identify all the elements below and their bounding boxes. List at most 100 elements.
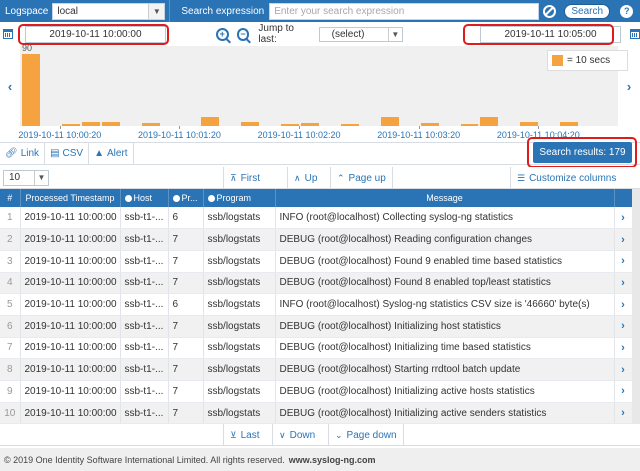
chevron-right-icon[interactable]: › (614, 250, 633, 273)
histogram-bar[interactable] (141, 122, 160, 126)
col-program-label: Program (216, 193, 252, 203)
help-icon[interactable]: ? (620, 4, 634, 18)
table-row[interactable]: 6 2019-10-11 10:00:00 ssb-t1-... 7 ssb/logst… (0, 315, 633, 338)
row-host: ssb-t1-... (120, 315, 169, 338)
last-page-button[interactable]: ⊻ Last (223, 424, 266, 446)
alert-button[interactable]: ▲ Alert (89, 143, 134, 164)
histogram-plot[interactable]: = 10 secs 90 (20, 43, 628, 126)
row-number: 7 (0, 337, 21, 360)
chevron-right-icon[interactable]: › (614, 402, 633, 425)
page-up-button[interactable]: ⌃ Page up (330, 167, 393, 189)
col-priority[interactable]: Pr... (168, 189, 204, 207)
histogram-bar[interactable] (301, 122, 319, 126)
table-row[interactable]: 5 2019-10-11 10:00:00 ssb-t1-... 6 ssb/logst… (0, 293, 633, 316)
link-button[interactable]: 🔗︎ Link (0, 143, 46, 164)
table-row[interactable]: 1 2019-10-11 10:00:00 ssb-t1-... 6 ssb/logst… (0, 207, 633, 230)
first-page-button[interactable]: ⊼ First (223, 167, 266, 189)
globe-icon (124, 195, 132, 203)
row-program: ssb/logstats (203, 272, 276, 295)
col-program[interactable]: Program (203, 189, 276, 207)
chevron-right-icon[interactable]: › (614, 337, 633, 360)
col-timestamp[interactable]: Processed Timestamp (20, 189, 121, 207)
table-scrollbar[interactable] (632, 189, 640, 424)
axis-tick-label: 2019-10-11 10:01:20 (138, 130, 221, 140)
chevron-right-icon[interactable]: › (614, 315, 633, 338)
double-chevron-down-icon: ⌄ (335, 429, 343, 440)
col-host[interactable]: Host (120, 189, 169, 207)
col-message[interactable]: Message (275, 189, 615, 207)
chevron-right-icon[interactable]: › (614, 207, 633, 230)
histogram-bar[interactable] (560, 122, 579, 126)
zoom-out-icon[interactable]: − (236, 27, 250, 41)
down-button[interactable]: ∨ Down (272, 424, 321, 446)
histogram-bar[interactable] (380, 117, 399, 126)
row-host: ssb-t1-... (120, 402, 169, 425)
page-down-button[interactable]: ⌄ Page down (328, 424, 404, 446)
jump-to-last-select[interactable]: (select) ▼ (318, 26, 403, 42)
histogram-bar[interactable] (61, 123, 80, 126)
row-number: 10 (0, 402, 21, 425)
search-input[interactable] (269, 2, 540, 20)
table-row[interactable]: 8 2019-10-11 10:00:00 ssb-t1-... 7 ssb/logst… (0, 358, 633, 381)
calendar-icon[interactable] (3, 29, 13, 39)
histogram-legend: = 10 secs (547, 50, 628, 71)
up-label: Up (304, 172, 318, 184)
table-row[interactable]: 2 2019-10-11 10:00:00 ssb-t1-... 7 ssb/logst… (0, 228, 633, 251)
logspace-value: local (57, 5, 78, 17)
chevron-right-icon[interactable]: › (614, 358, 633, 381)
histogram-prev-icon[interactable]: ‹ (2, 46, 18, 126)
chevron-down-icon[interactable]: ▼ (34, 170, 48, 185)
histogram: ‹ = 10 secs 90 › 2019-10-11 10:00:20 2019… (0, 43, 640, 142)
histogram-bar[interactable] (201, 117, 220, 126)
row-priority: 7 (168, 315, 204, 338)
histogram-bar[interactable] (340, 123, 359, 126)
search-expression-label: Search expression (181, 5, 265, 17)
chevron-right-icon[interactable]: › (614, 380, 633, 403)
chevron-down-icon: ∨ (279, 429, 286, 440)
zoom-in-icon[interactable]: + (215, 27, 229, 41)
histogram-bar[interactable] (241, 122, 260, 126)
table-row[interactable]: 3 2019-10-11 10:00:00 ssb-t1-... 7 ssb/logst… (0, 250, 633, 273)
histogram-bar[interactable] (22, 54, 40, 126)
chevron-right-icon[interactable]: › (614, 293, 633, 316)
chevron-down-icon[interactable]: ▼ (148, 3, 165, 19)
histogram-bar[interactable] (281, 123, 300, 126)
customize-columns-button[interactable]: ☰ Customize columns (510, 167, 622, 189)
histogram-bar[interactable] (480, 117, 499, 126)
histogram-bar[interactable] (520, 122, 539, 126)
table-row[interactable]: 9 2019-10-11 10:00:00 ssb-t1-... 7 ssb/logst… (0, 380, 633, 403)
chevron-right-icon[interactable]: › (614, 228, 633, 251)
row-priority: 7 (168, 402, 204, 425)
chevron-down-icon[interactable]: ▼ (387, 27, 402, 41)
histogram-bar[interactable] (420, 122, 439, 126)
axis-tick (299, 126, 301, 129)
calendar-icon[interactable] (630, 29, 640, 39)
up-button[interactable]: ∧ Up (287, 167, 323, 189)
row-number: 2 (0, 228, 21, 251)
col-number[interactable]: # (0, 189, 21, 207)
logspace-select[interactable]: local ▼ (52, 2, 166, 20)
histogram-bar[interactable] (460, 123, 479, 126)
row-priority: 7 (168, 272, 204, 295)
alert-label: Alert (106, 148, 128, 159)
top-bar: Logspace local ▼ Search expression Searc… (0, 0, 640, 22)
chevron-right-icon[interactable]: › (614, 272, 633, 295)
highlight-ring-to (463, 24, 614, 45)
first-icon: ⊼ (230, 172, 237, 183)
copyright-text: © 2019 One Identity Software Internation… (4, 454, 285, 465)
row-host: ssb-t1-... (120, 380, 169, 403)
table-row[interactable]: 4 2019-10-11 10:00:00 ssb-t1-... 7 ssb/logst… (0, 272, 633, 295)
clear-icon[interactable] (543, 4, 557, 18)
histogram-next-icon[interactable]: › (621, 46, 637, 126)
histogram-bar[interactable] (101, 122, 120, 126)
table-row[interactable]: 7 2019-10-11 10:00:00 ssb-t1-... 7 ssb/logst… (0, 337, 633, 360)
row-priority: 6 (168, 293, 204, 316)
row-timestamp: 2019-10-11 10:00:00 (20, 337, 121, 360)
csv-button[interactable]: ▤ CSV (45, 143, 90, 164)
axis-tick (59, 126, 61, 129)
per-page-select[interactable]: 10 ▼ (3, 169, 49, 186)
search-button[interactable]: Search (564, 3, 611, 19)
site-link[interactable]: www.syslog-ng.com (289, 455, 376, 465)
histogram-bar[interactable] (81, 122, 100, 126)
table-row[interactable]: 10 2019-10-11 10:00:00 ssb-t1-... 7 ssb/logs… (0, 402, 633, 425)
